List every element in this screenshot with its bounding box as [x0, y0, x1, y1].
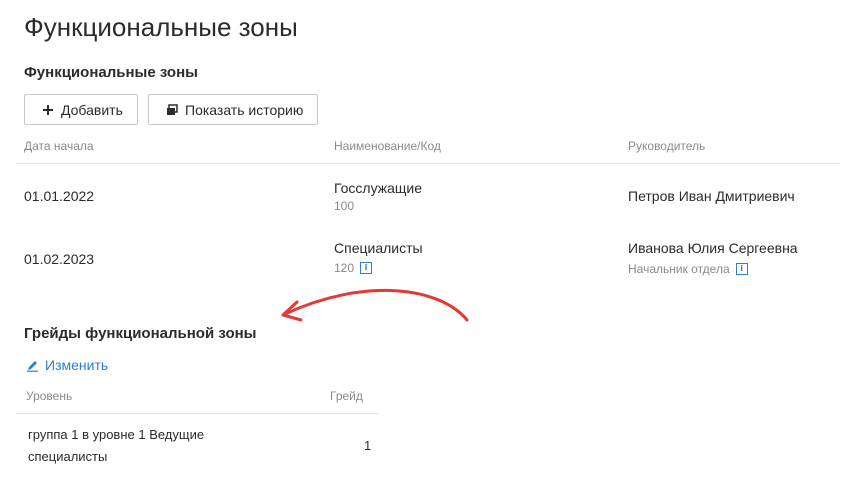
grades-row-grade: 1	[364, 438, 372, 453]
row-head: Иванова Юлия Сергеевна	[628, 240, 798, 256]
row-name: Специалисты	[334, 240, 423, 256]
grades-column-header-grade[interactable]: Грейд	[330, 389, 363, 403]
section-title: Функциональные зоны	[24, 64, 198, 81]
grades-row-level: группа 1 в уровне 1 Ведущие специалисты	[28, 427, 205, 464]
header-divider	[16, 163, 840, 164]
history-icon	[165, 103, 179, 117]
grades-column-header-level[interactable]: Уровень	[26, 389, 72, 403]
grades-header-divider	[16, 413, 378, 414]
row-code: 120 i	[334, 261, 373, 275]
add-button[interactable]: Добавить	[24, 94, 138, 125]
column-header-date[interactable]: Дата начала	[24, 139, 94, 153]
column-header-head[interactable]: Руководитель	[628, 139, 705, 153]
row-code: 100	[334, 199, 355, 213]
pencil-icon	[26, 359, 39, 372]
column-header-name[interactable]: Наименование/Код	[334, 139, 441, 153]
info-icon[interactable]: i	[360, 262, 373, 274]
edit-link-label: Изменить	[45, 357, 109, 373]
edit-link[interactable]: Изменить	[26, 357, 108, 373]
row-head: Петров Иван Дмитриевич	[628, 188, 795, 204]
grades-title: Грейды функциональной зоны	[24, 325, 257, 342]
row-name: Госслужащие	[334, 180, 423, 196]
page-title: Функциональные зоны	[24, 12, 298, 42]
row-head-position: Начальник отдела i	[628, 262, 748, 276]
plus-icon	[41, 103, 55, 117]
info-icon[interactable]: i	[735, 263, 748, 275]
show-history-label: Показать историю	[185, 101, 304, 118]
add-button-label: Добавить	[61, 101, 123, 118]
row-date: 01.01.2022	[24, 188, 95, 204]
show-history-button[interactable]: Показать историю	[148, 94, 318, 125]
row-date: 01.02.2023	[24, 251, 95, 267]
annotation-arrow	[281, 288, 469, 322]
